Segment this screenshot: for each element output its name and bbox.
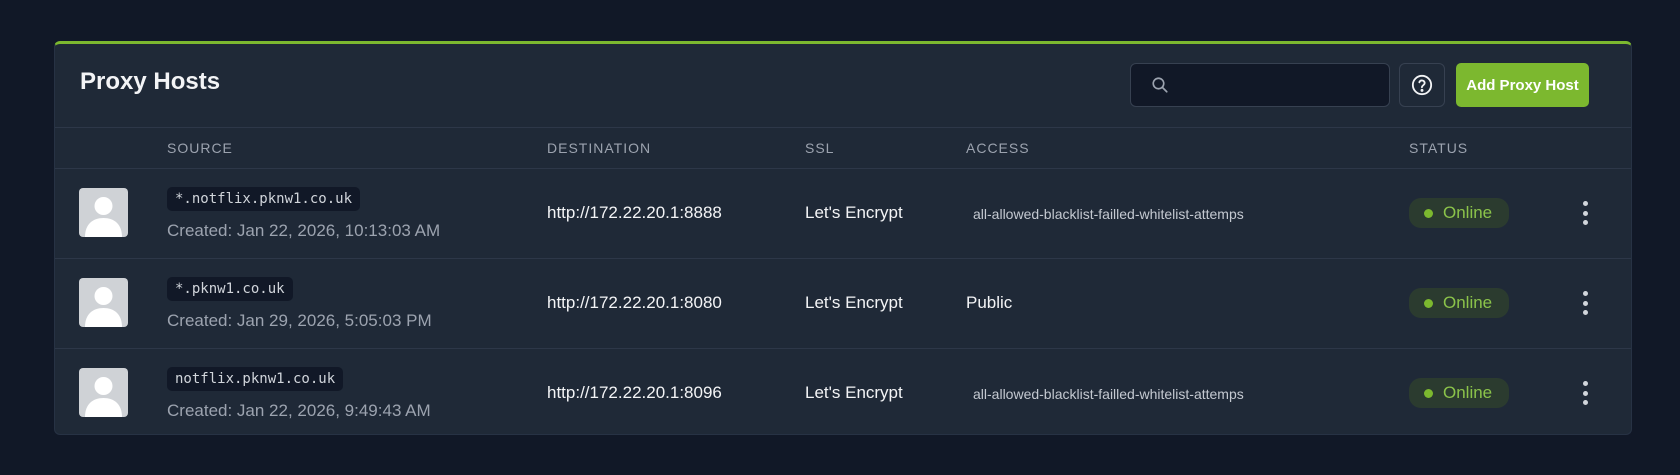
source-domain[interactable]: *.pknw1.co.uk [167,277,293,301]
access-list: Public [966,293,1013,312]
created-date: Created: Jan 29, 2026, 5:05:03 PM [167,311,432,330]
destination: http://172.22.20.1:8080 [547,293,722,312]
source-domain[interactable]: notflix.pknw1.co.uk [167,367,344,391]
header-access: ACCESS [966,140,1030,156]
status-dot-icon [1424,298,1433,308]
more-vertical-icon[interactable] [1577,289,1593,317]
status-label: Online [1443,203,1493,222]
status-label: Online [1443,383,1493,402]
card-header: Proxy Hosts Add Proxy Host [55,44,1631,128]
table-header: SOURCE DESTINATION SSL ACCESS STATUS [55,128,1631,169]
header-destination: DESTINATION [547,140,652,156]
status-badge: Online [1409,198,1509,228]
status-badge: Online [1409,288,1509,318]
destination: http://172.22.20.1:8888 [547,203,722,222]
header-ssl: SSL [805,140,835,156]
ssl-provider: Let's Encrypt [805,203,903,222]
search-icon [1152,77,1168,93]
user-avatar-placeholder-icon [79,278,128,327]
created-date: Created: Jan 22, 2026, 9:49:43 AM [167,401,431,420]
created-date: Created: Jan 22, 2026, 10:13:03 AM [167,221,441,240]
help-button[interactable] [1399,63,1445,107]
proxy-hosts-card: Proxy Hosts Add Proxy Host SOURCE DESTIN… [54,41,1632,435]
page-title: Proxy Hosts [80,68,221,95]
add-proxy-host-button[interactable]: Add Proxy Host [1456,63,1589,107]
source-domain[interactable]: *.notflix.pknw1.co.uk [167,187,361,211]
search-input[interactable] [1179,64,1383,108]
ssl-provider: Let's Encrypt [805,293,903,312]
table-row[interactable]: *.pknw1.co.uk Created: Jan 29, 2026, 5:0… [55,259,1631,349]
access-list: all-allowed-blacklist-failled-whitelist-… [973,206,1244,222]
more-vertical-icon[interactable] [1577,379,1593,407]
user-avatar-placeholder-icon [79,368,128,417]
destination: http://172.22.20.1:8096 [547,383,722,402]
more-vertical-icon[interactable] [1577,199,1593,227]
status-label: Online [1443,293,1493,312]
status-dot-icon [1424,208,1433,218]
status-badge: Online [1409,378,1509,408]
help-circle-icon [1411,74,1433,96]
table-row[interactable]: *.notflix.pknw1.co.uk Created: Jan 22, 2… [55,169,1631,259]
access-list: all-allowed-blacklist-failled-whitelist-… [973,386,1244,402]
status-dot-icon [1424,388,1433,398]
ssl-provider: Let's Encrypt [805,383,903,402]
search-box[interactable] [1130,63,1390,108]
header-source: SOURCE [167,140,233,156]
header-status: STATUS [1409,140,1469,156]
table-row[interactable]: notflix.pknw1.co.uk Created: Jan 22, 202… [55,349,1631,438]
user-avatar-placeholder-icon [79,188,128,237]
